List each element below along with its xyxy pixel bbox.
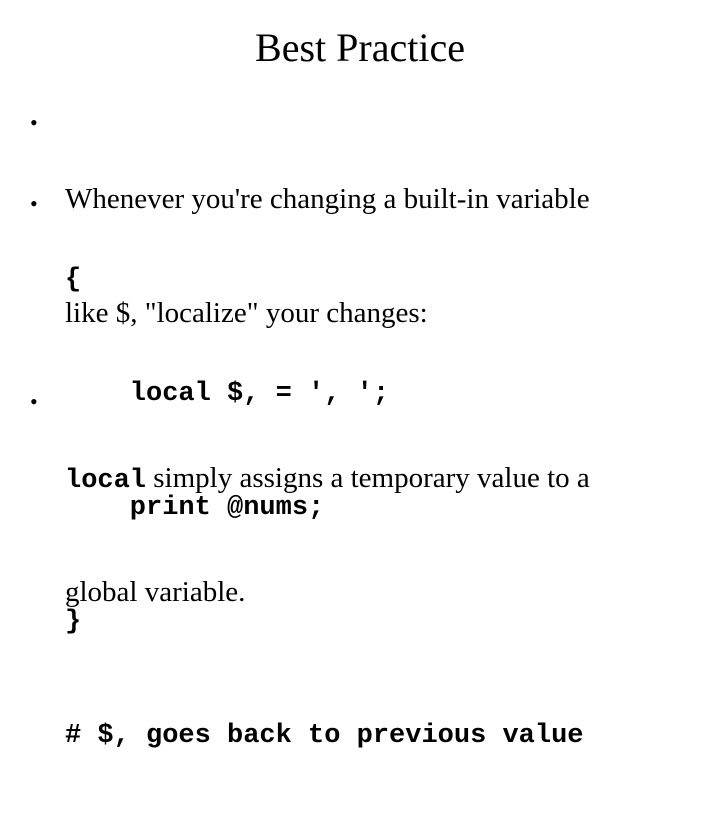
slide-title: Best Practice [255, 25, 465, 70]
bullet-text-line: global variable. [65, 576, 246, 608]
bullet-local-explanation: • local simply assigns a temporary value… [30, 383, 590, 687]
inline-code-local: local [65, 466, 147, 496]
bullet-text-line: local simply assigns a temporary value t… [65, 459, 590, 497]
bullet-text-fragment: simply assigns a temporary value to a [146, 462, 590, 494]
code-comment-line: # $, goes back to previous value [65, 721, 584, 751]
bullet-text: local simply assigns a temporary value t… [65, 383, 590, 687]
bullet-marker: • [30, 110, 38, 135]
code-line: { [65, 265, 82, 295]
bullet-marker: • [30, 191, 38, 216]
bullet-marker: • [30, 389, 38, 414]
